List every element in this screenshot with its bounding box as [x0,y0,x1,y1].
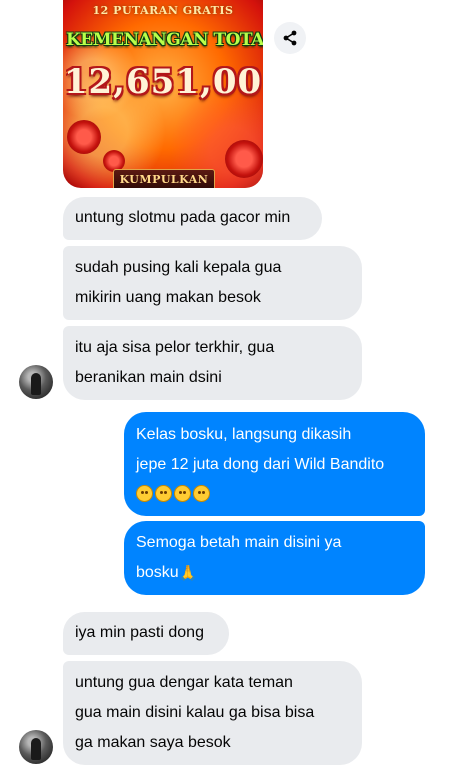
message-bubble-incoming[interactable]: untung slotmu pada gacor min [63,197,322,240]
message-text: Semoga betah main disini ya [136,534,342,551]
message-text-row: bosku🙏 [136,558,413,589]
pray-emoji-icon: 🙏 [178,565,198,582]
promo-title: KEMENANGAN TOTAL [66,30,263,50]
emoji-row [136,480,413,510]
message-bubble-incoming[interactable]: untung gua dengar kata teman gua main di… [63,661,362,765]
sender-avatar[interactable] [19,365,53,399]
shared-promo-image[interactable]: 12 PUTARAN GRATIS KEMENANGAN TOTAL 12,65… [63,0,263,188]
promo-free-spins-text: 12 PUTARAN GRATIS [92,4,234,17]
share-icon [283,30,297,46]
grin-emoji-icon [136,485,153,502]
message-bubble-outgoing[interactable]: Kelas bosku, langsung dikasih jepe 12 ju… [124,412,425,516]
grin-emoji-icon [193,485,210,502]
message-bubble-incoming[interactable]: iya min pasti dong [63,612,229,655]
message-text: beranikan main dsini [75,369,222,386]
promo-amount: 12,651,00 [63,62,263,102]
rose-decoration [225,140,263,178]
message-text: itu aja sisa pelor terkhir, gua [75,339,275,356]
message-text: iya min pasti dong [75,624,204,641]
message-text: Kelas bosku, langsung dikasih [136,426,352,443]
message-text: mikirin uang makan besok [75,289,261,306]
message-text: jepe 12 juta dong dari Wild Bandito [136,456,385,473]
message-bubble-incoming[interactable]: sudah pusing kali kepala gua mikirin uan… [63,246,362,320]
rose-decoration [67,120,101,154]
promo-collect-button: KUMPULKAN [113,169,215,188]
chat-thread: 12 PUTARAN GRATIS KEMENANGAN TOTAL 12,65… [0,0,450,765]
message-text: gua main disini kalau ga bisa bisa [75,704,315,721]
message-text: bosku [136,564,179,581]
message-bubble-outgoing[interactable]: Semoga betah main disini ya bosku🙏 [124,521,425,595]
message-text: untung slotmu pada gacor min [75,209,291,226]
sender-avatar[interactable] [19,730,53,764]
message-text: untung gua dengar kata teman [75,674,293,691]
message-bubble-incoming[interactable]: itu aja sisa pelor terkhir, gua beranika… [63,326,362,400]
message-text: sudah pusing kali kepala gua [75,259,282,276]
share-button[interactable] [274,22,306,54]
message-text: ga makan saya besok [75,734,231,751]
grin-emoji-icon [155,485,172,502]
grin-emoji-icon [174,485,191,502]
